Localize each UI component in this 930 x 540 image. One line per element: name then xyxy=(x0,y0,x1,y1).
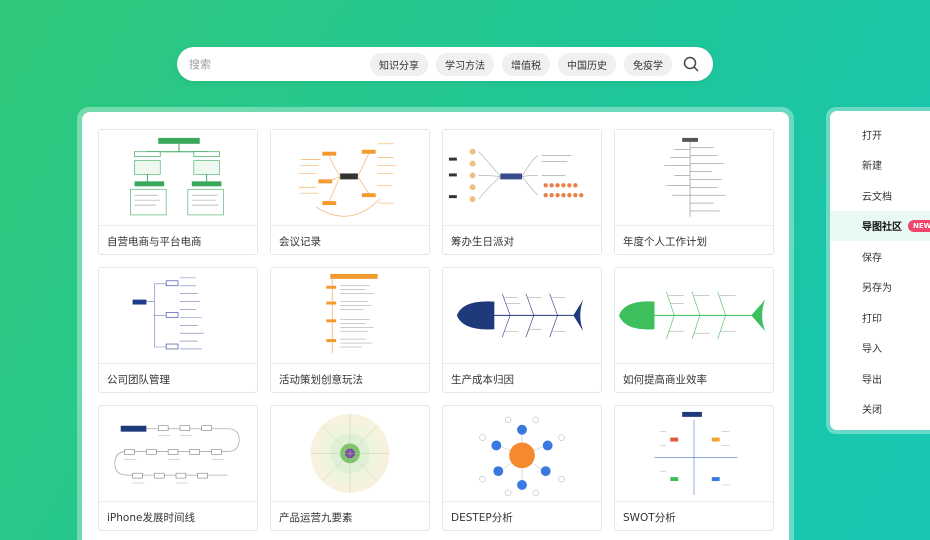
template-card[interactable]: 公司团队管理 xyxy=(98,267,258,393)
menu-item-community[interactable]: 导图社区 NEW xyxy=(830,210,930,241)
template-thumbnail xyxy=(615,406,773,502)
template-title: 如何提高商业效率 xyxy=(623,373,707,386)
menu-item-export[interactable]: 导出 xyxy=(830,363,930,394)
template-thumbnail xyxy=(443,406,601,502)
template-card[interactable]: 生产成本归因 xyxy=(442,267,602,393)
search-tag[interactable]: 学习方法 xyxy=(435,52,494,76)
template-panel: 自营电商与平台电商 会议记录 筹办生日派对 年度个人工作计划 公司团队管理 活动… xyxy=(77,107,794,540)
menu-item-close[interactable]: 关闭 xyxy=(830,394,930,425)
template-title: 会议记录 xyxy=(279,235,321,248)
template-thumbnail xyxy=(99,130,257,226)
menu-item-new[interactable]: 新建 xyxy=(830,150,930,181)
template-title: 公司团队管理 xyxy=(107,373,170,386)
template-thumbnail xyxy=(615,130,773,226)
template-thumbnail xyxy=(271,130,429,226)
search-tag[interactable]: 中国历史 xyxy=(557,52,616,76)
menu-item-label: 导出 xyxy=(862,374,882,386)
menu-item-label: 云文档 xyxy=(862,191,892,203)
template-title: iPhone发展时间线 xyxy=(107,511,195,524)
template-title: 产品运营九要素 xyxy=(279,511,353,524)
template-thumbnail xyxy=(99,268,257,364)
search-tag[interactable]: 增值税 xyxy=(501,52,550,76)
new-badge: NEW xyxy=(908,219,930,232)
search-tag[interactable]: 免疫学 xyxy=(623,52,672,76)
menu-item-label: 新建 xyxy=(862,161,882,173)
menu-item-label: 导图社区 xyxy=(862,222,902,234)
menu-item-save[interactable]: 保存 xyxy=(830,241,930,272)
template-thumbnail xyxy=(443,268,601,364)
template-thumbnail xyxy=(615,268,773,364)
menu-item-label: 打开 xyxy=(862,130,882,142)
search-input[interactable]: 搜索 xyxy=(189,56,370,72)
template-thumbnail xyxy=(271,406,429,502)
template-card[interactable]: 如何提高商业效率 xyxy=(614,267,774,393)
menu-item-save-as[interactable]: 另存为 xyxy=(830,272,930,303)
template-thumbnail xyxy=(443,130,601,226)
template-title: 筹办生日派对 xyxy=(451,235,514,248)
search-tags: 知识分享 学习方法 增值税 中国历史 免疫学 xyxy=(369,52,672,76)
menu-item-print[interactable]: 打印 xyxy=(830,302,930,333)
template-card[interactable]: 筹办生日派对 xyxy=(442,129,602,255)
menu-item-label: 保存 xyxy=(862,252,882,264)
template-card[interactable]: 年度个人工作计划 xyxy=(614,129,774,255)
template-card[interactable]: iPhone发展时间线 xyxy=(98,405,258,531)
menu-item-import[interactable]: 导入 xyxy=(830,333,930,364)
template-title: SWOT分析 xyxy=(623,511,676,524)
template-title: 自营电商与平台电商 xyxy=(107,235,202,248)
search-bar[interactable]: 搜索 知识分享 学习方法 增值税 中国历史 免疫学 xyxy=(177,47,713,81)
menu-item-cloud-docs[interactable]: 云文档 xyxy=(830,180,930,211)
template-card[interactable]: 自营电商与平台电商 xyxy=(98,129,258,255)
template-card[interactable]: 活动策划创意玩法 xyxy=(270,267,430,393)
template-title: 年度个人工作计划 xyxy=(623,235,707,248)
file-menu: 打开 新建 云文档 导图社区 NEW 保存 另存为 打印 导入 导出 关闭 xyxy=(826,107,930,434)
template-card[interactable]: SWOT分析 xyxy=(614,405,774,531)
template-thumbnail xyxy=(271,268,429,364)
menu-item-label: 打印 xyxy=(862,313,882,325)
menu-item-label: 另存为 xyxy=(862,283,892,295)
template-title: DESTEP分析 xyxy=(451,511,513,524)
template-title: 生产成本归因 xyxy=(451,373,514,386)
template-thumbnail xyxy=(99,406,257,502)
template-grid: 自营电商与平台电商 会议记录 筹办生日派对 年度个人工作计划 公司团队管理 活动… xyxy=(98,129,774,531)
search-tag[interactable]: 知识分享 xyxy=(369,52,428,76)
template-title: 活动策划创意玩法 xyxy=(279,373,363,386)
template-card[interactable]: 会议记录 xyxy=(270,129,430,255)
template-card[interactable]: DESTEP分析 xyxy=(442,405,602,531)
search-icon[interactable] xyxy=(682,54,701,74)
template-card[interactable]: 产品运营九要素 xyxy=(270,405,430,531)
menu-item-label: 导入 xyxy=(862,344,882,356)
menu-item-open[interactable]: 打开 xyxy=(830,119,930,150)
menu-item-label: 关闭 xyxy=(862,405,882,417)
